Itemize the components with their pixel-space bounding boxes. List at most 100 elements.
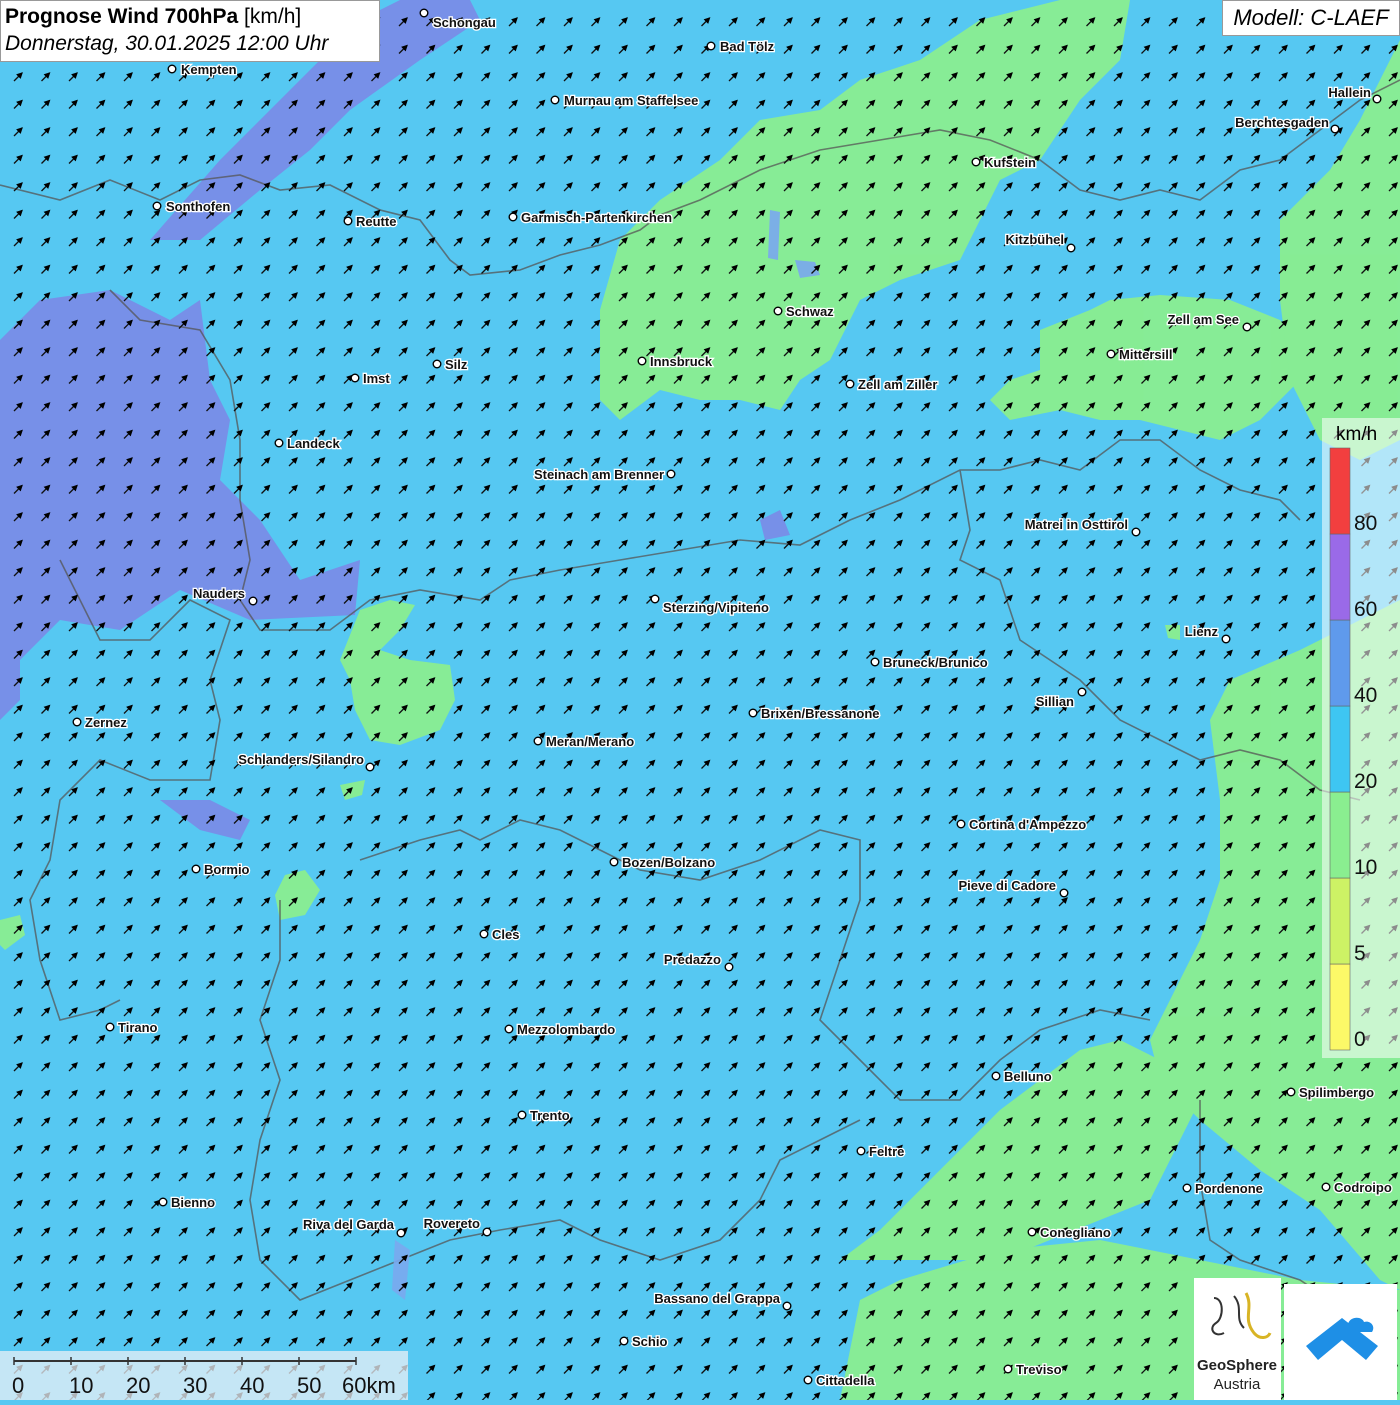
place-label: Pieve di Cadore — [958, 878, 1056, 893]
place-dot — [167, 64, 177, 74]
scale-bar: 0 10 20 30 40 50 60km — [0, 1351, 408, 1400]
place-label: Garmisch-Partenkirchen — [521, 210, 672, 225]
place-label: Bad Tölz — [720, 39, 775, 54]
legend-bin — [1329, 619, 1351, 707]
place-dot — [856, 1146, 866, 1156]
place-spilimbergo: Spilimbergo — [1286, 1084, 1375, 1101]
place-dot — [1242, 322, 1252, 332]
place-dot — [845, 379, 855, 389]
place-label: Rovereto — [424, 1216, 480, 1231]
legend-unit: km/h — [1336, 424, 1377, 445]
place-dot — [1106, 349, 1116, 359]
place-label: Predazzo — [664, 952, 721, 967]
title-text: Prognose Wind 700hPa — [5, 5, 239, 28]
place-brixen-bressanone: Brixen/Bressanone — [748, 705, 881, 722]
legend-tick-label: 80 — [1354, 512, 1377, 535]
geosphere-country: Austria — [1214, 1376, 1261, 1393]
place-dot — [274, 438, 284, 448]
place-label: Kempten — [181, 62, 237, 77]
place-label: Cittadella — [816, 1373, 875, 1388]
place-label: Schwaz — [786, 304, 834, 319]
place-dot — [248, 596, 258, 606]
place-label: Bruneck/Brunico — [883, 655, 988, 670]
place-label: Matrei in Osttirol — [1025, 517, 1128, 532]
legend-tick-label: 10 — [1354, 856, 1377, 879]
place-dot — [1286, 1087, 1296, 1097]
scale-label: 20 — [126, 1373, 150, 1398]
place-dot — [1027, 1227, 1037, 1237]
legend-bin — [1329, 877, 1351, 965]
place-dot — [432, 359, 442, 369]
weather-app-logo[interactable] — [1284, 1284, 1397, 1400]
place-dot — [1321, 1182, 1331, 1192]
place-label: Zernez — [85, 715, 127, 730]
place-dot — [343, 216, 353, 226]
place-pordenone: Pordenone — [1182, 1180, 1264, 1197]
scale-label: 50 — [297, 1373, 321, 1398]
place-label: Schlanders/Silandro — [238, 752, 364, 767]
place-dot — [666, 469, 676, 479]
place-steinach-am-brenner: Steinach am Brenner — [533, 466, 676, 483]
place-zell-am-ziller: Zell am Ziller — [845, 376, 939, 393]
place-label: Schio — [632, 1334, 667, 1349]
place-dot — [1077, 687, 1087, 697]
place-dot — [609, 857, 619, 867]
legend-bin — [1329, 963, 1351, 1051]
legend-tick-label: 40 — [1354, 684, 1377, 707]
place-dot — [152, 201, 162, 211]
place-dot — [1131, 527, 1141, 537]
legend-tick-label: 60 — [1354, 598, 1377, 621]
place-bozen-bolzano: Bozen/Bolzano — [609, 854, 717, 871]
place-label: Bormio — [204, 862, 250, 877]
scale-label: 10 — [69, 1373, 93, 1398]
place-label: Mittersill — [1119, 347, 1172, 362]
place-label: Berchtesgaden — [1235, 115, 1329, 130]
scale-label: 40 — [240, 1373, 264, 1398]
place-dot — [724, 962, 734, 972]
place-dot — [508, 212, 518, 222]
place-label: Bozen/Bolzano — [622, 855, 715, 870]
place-dot — [517, 1110, 527, 1120]
legend-tick-label: 20 — [1354, 770, 1377, 793]
place-dot — [396, 1228, 406, 1238]
scale-label: 60km — [342, 1373, 396, 1398]
title-unit: [km/h] — [244, 5, 302, 28]
place-label: Feltre — [869, 1144, 904, 1159]
place-label: Codroipo — [1334, 1180, 1392, 1195]
legend-tick-label: 5 — [1354, 942, 1366, 965]
scale-bar-graphic: 0 10 20 30 40 50 60km — [12, 1357, 396, 1398]
place-dot — [504, 1024, 514, 1034]
place-label: Kitzbühel — [1006, 232, 1065, 247]
place-dot — [637, 356, 647, 366]
place-dot — [650, 594, 660, 604]
place-label: Silz — [445, 357, 468, 372]
place-label: Imst — [363, 371, 390, 386]
place-label: Reutte — [356, 214, 396, 229]
place-dot — [350, 373, 360, 383]
place-dot — [1182, 1183, 1192, 1193]
place-label: Schongau — [433, 15, 496, 30]
place-label: Treviso — [1016, 1362, 1062, 1377]
place-dot — [550, 95, 560, 105]
place-label: Meran/Merano — [546, 734, 634, 749]
place-innsbruck: Innsbruck — [637, 353, 714, 370]
place-dot — [706, 41, 716, 51]
legend-bin — [1329, 705, 1351, 793]
place-label: Brixen/Bressanone — [761, 706, 880, 721]
wind-map: Schongau Bad Tölz Kempten Murnau am Staffel… — [0, 0, 1400, 1400]
place-dot — [158, 1197, 168, 1207]
legend-bin — [1329, 447, 1351, 535]
place-label: Innsbruck — [650, 354, 713, 369]
place-dot — [870, 657, 880, 667]
place-dot — [619, 1336, 629, 1346]
place-label: Riva del Garda — [303, 1217, 395, 1232]
geosphere-emblem-icon: GeoSphere Austria — [1197, 1292, 1277, 1393]
geosphere-name: GeoSphere — [1197, 1357, 1277, 1374]
place-label: Murnau am Staffelsee — [564, 93, 698, 108]
place-dot — [479, 929, 489, 939]
place-dot — [782, 1301, 792, 1311]
place-label: Conegliano — [1040, 1225, 1111, 1240]
place-label: Sillian — [1036, 694, 1074, 709]
geosphere-logo[interactable]: GeoSphere Austria — [1194, 1278, 1281, 1400]
place-label: Bienno — [171, 1195, 215, 1210]
